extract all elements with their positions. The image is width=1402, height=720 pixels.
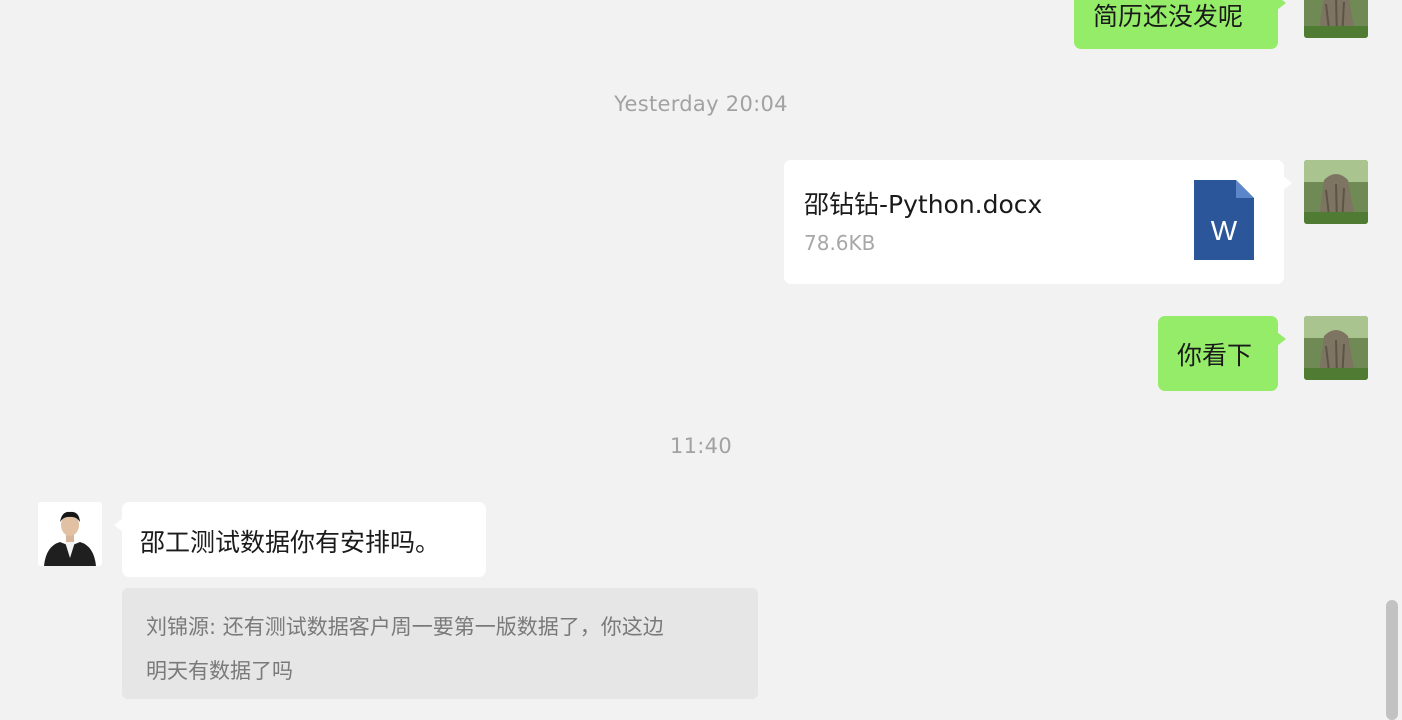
contact-message-bubble[interactable]: 邵工测试数据你有安排吗。 bbox=[114, 502, 486, 577]
scrollbar-thumb[interactable] bbox=[1386, 600, 1398, 720]
message-text: 简历还没发呢 bbox=[1093, 2, 1244, 31]
word-document-icon: W bbox=[1194, 180, 1254, 260]
my-avatar-image bbox=[1304, 316, 1368, 380]
my-avatar[interactable] bbox=[1304, 0, 1368, 38]
my-message-bubble[interactable]: 简历还没发呢 bbox=[1074, 0, 1286, 49]
contact-avatar[interactable] bbox=[38, 502, 102, 566]
file-message-card[interactable]: 邵钻钻-Python.docx 78.6KB W bbox=[784, 160, 1292, 284]
my-message-bubble[interactable]: 你看下 bbox=[1158, 316, 1286, 391]
message-text: 邵工测试数据你有安排吗。 bbox=[140, 528, 441, 557]
my-avatar[interactable] bbox=[1304, 316, 1368, 380]
file-size: 78.6KB bbox=[804, 231, 876, 255]
file-name: 邵钻钻-Python.docx bbox=[804, 190, 1043, 219]
quoted-text-line-1: 刘锦源: 还有测试数据客户周一要第一版数据了，你这边 bbox=[146, 615, 664, 639]
word-icon-letter: W bbox=[1211, 215, 1238, 246]
my-avatar[interactable] bbox=[1304, 160, 1368, 224]
quoted-text-line-2: 明天有数据了吗 bbox=[146, 659, 293, 683]
my-avatar-image bbox=[1304, 160, 1368, 224]
quoted-message[interactable]: 刘锦源: 还有测试数据客户周一要第一版数据了，你这边 明天有数据了吗 bbox=[122, 588, 758, 699]
my-avatar-image bbox=[1304, 0, 1368, 38]
timestamp: 11:40 bbox=[669, 434, 733, 458]
timestamp: Yesterday 20:04 bbox=[614, 92, 788, 116]
chat-message-area[interactable]: 简历还没发呢 Yesterday 20:04 邵钻钻-Python.docx 7… bbox=[0, 0, 1402, 720]
message-text: 你看下 bbox=[1177, 341, 1253, 370]
contact-avatar-image bbox=[38, 502, 102, 566]
